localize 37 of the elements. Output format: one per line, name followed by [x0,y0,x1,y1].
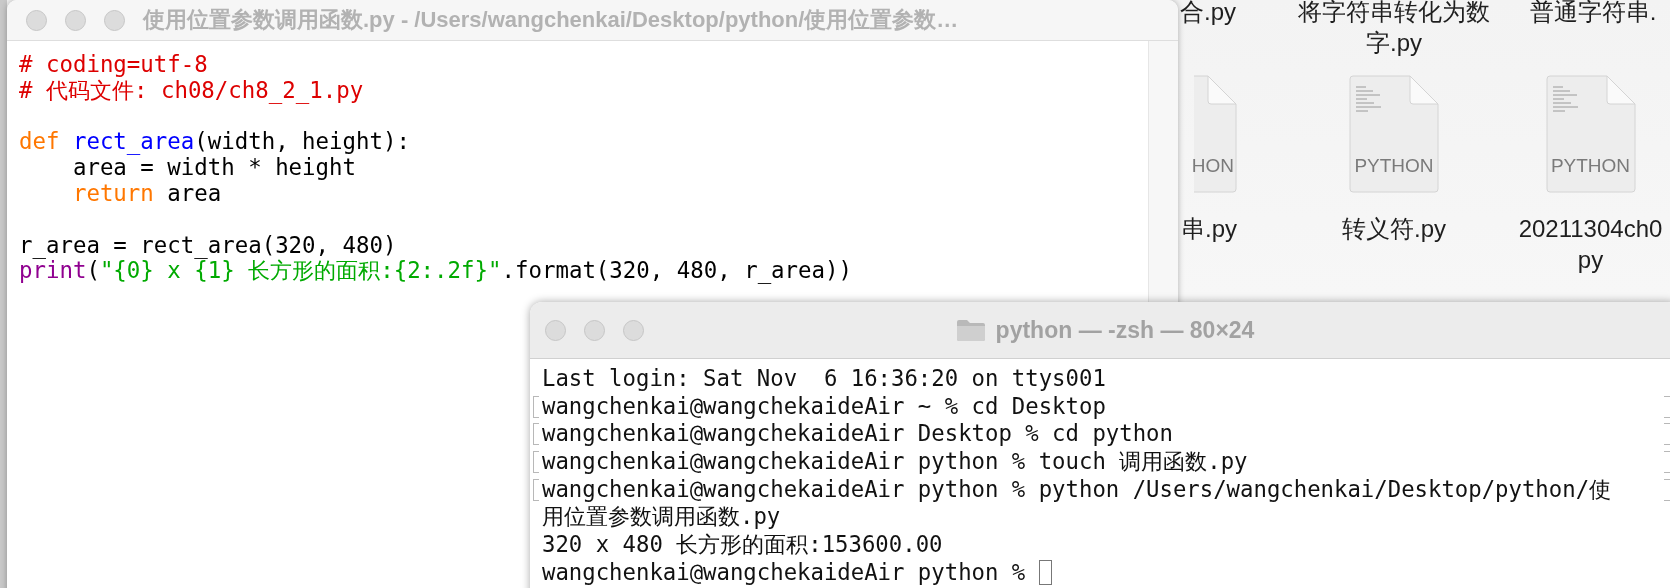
file-name[interactable]: 将字符串转化为数字.py [1296,0,1492,58]
code-line: print("{0} x {1} 长方形的面积:{2:.2f}".format(320, 480, r_area)) [19,258,852,285]
code-line: r_area = rect_area(320, 480) [19,232,397,259]
file-name[interactable]: 串.py [1181,213,1237,244]
terminal-line: Last login: Sat Nov 6 16:36:20 on ttys001 [541,365,1106,393]
file-type-label: PYTHON [1549,155,1632,177]
minimize-button[interactable] [65,9,86,31]
zoom-button[interactable] [104,9,125,31]
terminal-line: wangchenkai@wangchekaideAir python % [541,558,1027,587]
folder-icon [955,318,986,342]
file-name[interactable]: 普通字符串. [1529,0,1657,27]
line-mark [1664,423,1670,446]
code-line: def rect_area(width, height): [19,129,410,156]
file-type-label: HON [1191,155,1234,177]
line-mark [1664,450,1670,473]
file-type-label: PYTHON [1353,155,1435,177]
code-line: area = width * height [71,155,356,181]
window-title: 使用位置参数调用函数.py - /Users/wangchenkai/Desktop/python/使用位置参数… [143,6,959,34]
line-mark [1664,395,1670,418]
code-line: return area [71,181,222,207]
code-line: # 代码文件: ch08/ch8_2_1.py [19,77,364,104]
zoom-button[interactable] [623,319,644,341]
file-name[interactable]: 合.py [1180,0,1236,27]
close-button[interactable] [545,319,566,341]
window-title: python — -zsh — 80×24 [995,316,1255,344]
line-mark [1664,478,1670,501]
file-icon[interactable] [1544,75,1637,193]
terminal-line: 320 x 480 长方形的面积:153600.00 [541,531,943,559]
terminal-line: 用位置参数调用函数.py [541,503,781,532]
close-button[interactable] [26,9,47,31]
file-icon[interactable] [1348,75,1440,193]
file-name[interactable]: 20211304ch0 py [1511,213,1670,275]
file-name[interactable]: 转义符.py [1342,213,1446,244]
code-line: # coding=utf-8 [19,52,208,78]
file-icon[interactable] [1194,75,1238,193]
scrollbar[interactable] [1148,41,1178,302]
minimize-button[interactable] [584,319,605,341]
